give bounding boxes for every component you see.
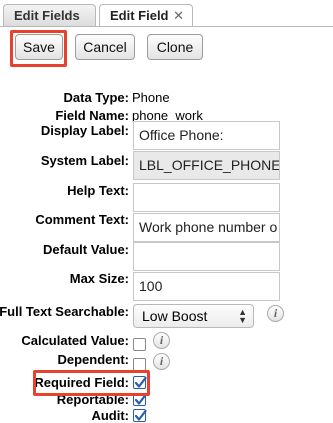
max-size-input[interactable]: 100: [133, 272, 280, 301]
field-name-label: Field Name:: [55, 108, 129, 123]
cancel-button[interactable]: Cancel: [75, 34, 135, 60]
help-text-label: Help Text:: [67, 183, 129, 198]
tab-edit-field[interactable]: Edit Field ✕: [99, 4, 193, 27]
display-label-input[interactable]: Office Phone:: [133, 121, 280, 150]
save-highlight-box: [10, 30, 67, 67]
default-value-input[interactable]: [133, 242, 280, 271]
tab-label: Edit Fields: [14, 8, 80, 23]
help-text-input[interactable]: [133, 183, 280, 212]
full-text-searchable-select[interactable]: Low Boost ▲ ▼: [133, 304, 254, 328]
calculated-value-label: Calculated Value:: [21, 333, 129, 348]
info-icon[interactable]: i: [153, 353, 170, 370]
close-icon[interactable]: ✕: [173, 5, 184, 26]
clone-button[interactable]: Clone: [147, 34, 203, 60]
audit-label: Audit:: [91, 408, 129, 423]
select-arrows-icon: ▲ ▼: [238, 307, 247, 325]
system-label-field: LBL_OFFICE_PHONE: [133, 151, 280, 180]
info-icon[interactable]: i: [267, 305, 284, 322]
display-label-label: Display Label:: [40, 123, 129, 138]
data-type-label: Data Type:: [63, 90, 130, 105]
checkmark-icon: [134, 409, 147, 421]
required-field-highlight-box: [33, 370, 150, 396]
comment-text-label: Comment Text:: [35, 212, 129, 227]
comment-text-input[interactable]: Work phone number o: [133, 213, 280, 242]
max-size-label: Max Size:: [69, 271, 129, 286]
dependent-label: Dependent:: [57, 352, 130, 367]
system-label-label: System Label:: [40, 153, 129, 168]
default-value-label: Default Value:: [43, 242, 129, 257]
audit-checkbox[interactable]: [133, 409, 147, 422]
select-value: Low Boost: [142, 308, 208, 324]
calculated-value-checkbox[interactable]: [133, 338, 146, 351]
tab-label: Edit Field: [110, 8, 169, 23]
tab-bar: Edit Fields Edit Field ✕: [0, 0, 333, 27]
tab-edit-fields[interactable]: Edit Fields: [3, 4, 96, 26]
data-type-value: Phone: [132, 90, 170, 105]
info-icon[interactable]: i: [153, 332, 170, 349]
full-text-searchable-label: Full Text Searchable:: [0, 304, 129, 319]
